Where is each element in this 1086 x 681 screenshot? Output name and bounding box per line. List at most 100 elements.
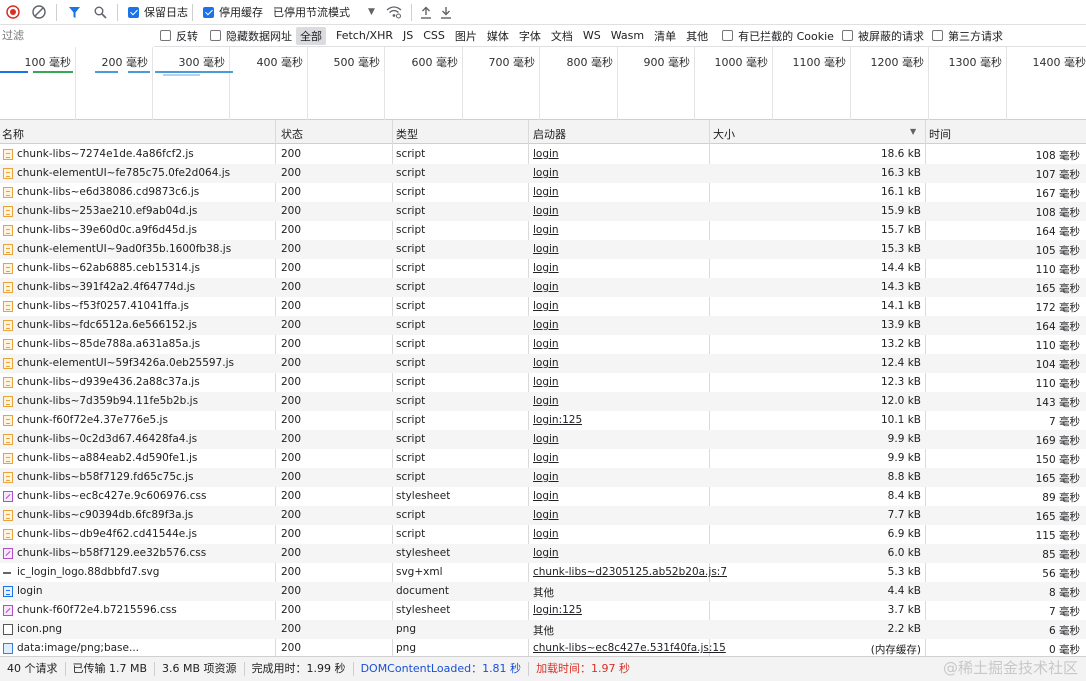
type-filter-fetch-xhr[interactable]: Fetch/XHR (332, 28, 397, 43)
request-initiator[interactable]: login (533, 186, 559, 198)
request-initiator[interactable]: login (533, 395, 559, 407)
record-stop-button[interactable] (0, 0, 26, 25)
hide-data-urls-checkbox[interactable]: 隐藏数据网址 (210, 28, 292, 44)
request-row[interactable]: chunk-libs~e6d38086.cd9873c6.js 200 script… (0, 183, 1086, 202)
request-row[interactable]: chunk-libs~f53f0257.41041ffa.js 200 script… (0, 297, 1086, 316)
blocked-cookies-checkbox[interactable]: 有已拦截的 Cookie (722, 28, 834, 44)
request-row[interactable]: chunk-f60f72e4.b7215596.css 200 stylesheet… (0, 601, 1086, 620)
request-row[interactable]: chunk-libs~253ae210.ef9ab04d.js 200 script… (0, 202, 1086, 221)
request-initiator[interactable]: login (533, 433, 559, 445)
download-icon (440, 6, 451, 19)
request-initiator[interactable]: login (533, 509, 559, 521)
request-initiator[interactable]: chunk-libs~d2305125.ab52b20a.js:7 (533, 566, 727, 578)
request-type: script (396, 509, 426, 521)
request-row[interactable]: chunk-libs~7d359b94.11fe5b2b.js 200 script… (0, 392, 1086, 411)
request-initiator[interactable]: login (533, 471, 559, 483)
request-row[interactable]: chunk-libs~d939e436.2a88c37a.js 200 script… (0, 373, 1086, 392)
type-filter-doc[interactable]: 文档 (547, 27, 577, 45)
request-row[interactable]: login 200 document 其他 4.4 kB 8 毫秒 (0, 582, 1086, 601)
request-initiator[interactable]: login (533, 376, 559, 388)
third-party-checkbox[interactable]: 第三方请求 (931, 28, 1003, 44)
request-row[interactable]: chunk-f60f72e4.37e776e5.js 200 script login… (0, 411, 1086, 430)
wifi-settings-icon (386, 6, 402, 19)
request-initiator[interactable]: login (533, 452, 559, 464)
column-header-initiator[interactable]: 启动器 (533, 126, 566, 142)
request-initiator[interactable]: login (533, 319, 559, 331)
timeline-overview[interactable]: 100 毫秒 200 毫秒 300 毫秒 400 毫秒 500 毫秒 600 毫… (0, 47, 1086, 120)
type-filter-manifest[interactable]: 清单 (650, 27, 680, 45)
request-row[interactable]: icon.png 200 png 其他 2.2 kB 6 毫秒 (0, 620, 1086, 639)
request-row[interactable]: chunk-elementUI~9ad0f35b.1600fb38.js 200 s… (0, 240, 1086, 259)
request-row[interactable]: chunk-libs~fdc6512a.6e566152.js 200 script… (0, 316, 1086, 335)
request-status: 200 (281, 623, 302, 635)
request-initiator[interactable]: login (533, 262, 559, 274)
filter-input[interactable] (0, 24, 154, 47)
request-row[interactable]: chunk-libs~b58f7129.ee32b576.css 200 style… (0, 544, 1086, 563)
request-initiator[interactable]: login (533, 357, 559, 369)
type-filter-wasm[interactable]: Wasm (607, 28, 648, 43)
type-filter-font[interactable]: 字体 (515, 27, 545, 45)
column-header-type[interactable]: 类型 (396, 126, 418, 142)
request-row[interactable]: chunk-libs~b58f7129.fd65c75c.js 200 script… (0, 468, 1086, 487)
request-initiator[interactable]: login (533, 338, 559, 350)
request-row[interactable]: chunk-libs~62ab6885.ceb15314.js 200 script… (0, 259, 1086, 278)
clear-button[interactable] (26, 0, 52, 25)
request-initiator[interactable]: login (533, 281, 559, 293)
request-name: chunk-libs~391f42a2.4f64774d.js (17, 281, 196, 293)
request-row[interactable]: ic_login_logo.88dbbfd7.svg 200 svg+xml chun… (0, 563, 1086, 582)
column-header-size[interactable]: 大小 (713, 126, 735, 142)
request-initiator[interactable]: chunk-libs~ec8c427e.531f40fa.js:15 (533, 642, 726, 654)
request-row[interactable]: chunk-libs~ec8c427e.9c606976.css 200 style… (0, 487, 1086, 506)
request-row[interactable]: chunk-libs~a884eab2.4d590fe1.js 200 script… (0, 449, 1086, 468)
invert-checkbox[interactable]: 反转 (160, 28, 198, 44)
script-file-icon (3, 396, 13, 407)
request-row[interactable]: chunk-libs~39e60d0c.a9f6d45d.js 200 script… (0, 221, 1086, 240)
request-row[interactable]: chunk-libs~0c2d3d67.46428fa4.js 200 script… (0, 430, 1086, 449)
type-filter-img[interactable]: 图片 (451, 27, 481, 45)
request-size: 13.2 kB (880, 338, 921, 350)
preserve-log-checkbox[interactable]: 保留日志 (128, 4, 188, 20)
filter-toggle-button[interactable] (61, 0, 87, 25)
column-header-time[interactable]: 时间 (929, 126, 951, 142)
throttle-select[interactable]: 已停用节流模式 ▼ (273, 4, 375, 20)
import-har-button[interactable] (416, 0, 436, 25)
type-filter-js[interactable]: JS (399, 28, 417, 43)
type-filter-media[interactable]: 媒体 (483, 27, 513, 45)
request-name: icon.png (17, 623, 63, 635)
request-type: script (396, 224, 426, 236)
request-row[interactable]: chunk-libs~7274e1de.4a86fcf2.js 200 script… (0, 145, 1086, 164)
export-har-button[interactable] (436, 0, 456, 25)
request-initiator[interactable]: login (533, 148, 559, 160)
column-header-name[interactable]: 名称 (2, 126, 24, 142)
type-filter-ws[interactable]: WS (579, 28, 605, 43)
request-initiator[interactable]: login (533, 300, 559, 312)
type-filter-all[interactable]: 全部 (296, 26, 326, 45)
disable-cache-checkbox[interactable]: 停用缓存 (203, 4, 263, 20)
blocked-requests-checkbox[interactable]: 被屏蔽的请求 (841, 28, 924, 44)
request-initiator[interactable]: login (533, 243, 559, 255)
type-filter-other[interactable]: 其他 (682, 27, 712, 45)
request-initiator[interactable]: login (533, 490, 559, 502)
request-row[interactable]: chunk-elementUI~fe785c75.0fe2d064.js 200 s… (0, 164, 1086, 183)
request-row[interactable]: chunk-elementUI~59f3426a.0eb25597.js 200 s… (0, 354, 1086, 373)
request-initiator[interactable]: login (533, 167, 559, 179)
request-initiator[interactable]: login (533, 528, 559, 540)
request-type: script (396, 433, 426, 445)
request-row[interactable]: chunk-libs~db9e4f62.cd41544e.js 200 script… (0, 525, 1086, 544)
request-initiator[interactable]: login (533, 205, 559, 217)
request-size: 6.9 kB (887, 528, 921, 540)
request-row[interactable]: chunk-libs~391f42a2.4f64774d.js 200 script… (0, 278, 1086, 297)
request-name: chunk-libs~c90394db.6fc89f3a.js (17, 509, 194, 521)
request-row[interactable]: chunk-libs~c90394db.6fc89f3a.js 200 script… (0, 506, 1086, 525)
request-initiator[interactable]: login (533, 547, 559, 559)
column-header-status[interactable]: 状态 (281, 126, 303, 142)
network-conditions-button[interactable] (381, 0, 407, 25)
request-row[interactable]: chunk-libs~85de788a.a631a85a.js 200 script… (0, 335, 1086, 354)
request-status: 200 (281, 547, 302, 559)
search-button[interactable] (87, 0, 113, 25)
request-initiator[interactable]: login (533, 224, 559, 236)
type-filter-css[interactable]: CSS (419, 28, 449, 43)
request-initiator[interactable]: login:125 (533, 604, 582, 616)
request-initiator: 其他 (533, 587, 554, 599)
request-initiator[interactable]: login:125 (533, 414, 582, 426)
